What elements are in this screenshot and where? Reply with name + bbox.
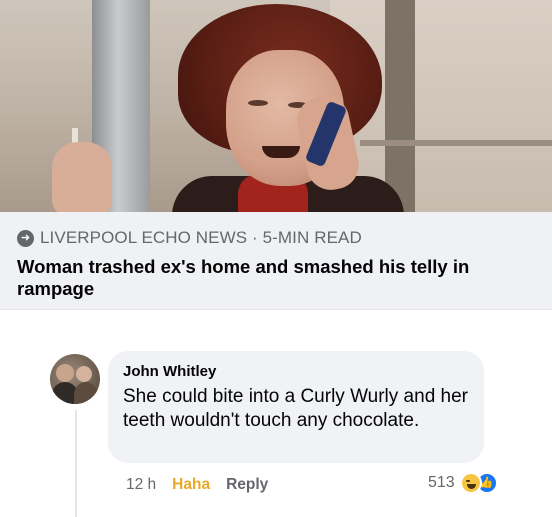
article-photo[interactable] [0, 0, 552, 212]
article-headline[interactable]: Woman trashed ex's home and smashed his … [17, 256, 537, 300]
thread-line [75, 410, 77, 517]
reply-button[interactable]: Reply [226, 476, 268, 494]
photo-eye-left [248, 100, 268, 106]
haha-button[interactable]: Haha [172, 476, 210, 494]
haha-icon [459, 472, 482, 494]
link-icon: ➜ [17, 229, 34, 247]
photo-hand-left [52, 142, 112, 212]
comment-actions: 12 h Haha Reply [126, 476, 284, 494]
reaction-count: 513 [428, 474, 455, 491]
photo-mouth [262, 146, 300, 158]
comment-bubble: John Whitley She could bite into a Curly… [108, 351, 484, 463]
comment-timestamp[interactable]: 12 h [126, 476, 156, 494]
link-preview-meta[interactable]: ➜ LIVERPOOL ECHO NEWS · 5-MIN READ Woman… [0, 212, 552, 310]
comment-text: She could bite into a Curly Wurly and he… [123, 386, 468, 431]
reaction-summary[interactable]: 513 👍 [428, 472, 498, 494]
comment-author[interactable]: John Whitley [123, 363, 469, 380]
photo-post [385, 0, 415, 212]
source-label: LIVERPOOL ECHO NEWS · 5-MIN READ [40, 228, 362, 247]
photo-rail [360, 140, 552, 146]
avatar[interactable] [50, 354, 100, 404]
source-row: ➜ LIVERPOOL ECHO NEWS · 5-MIN READ [17, 228, 362, 248]
